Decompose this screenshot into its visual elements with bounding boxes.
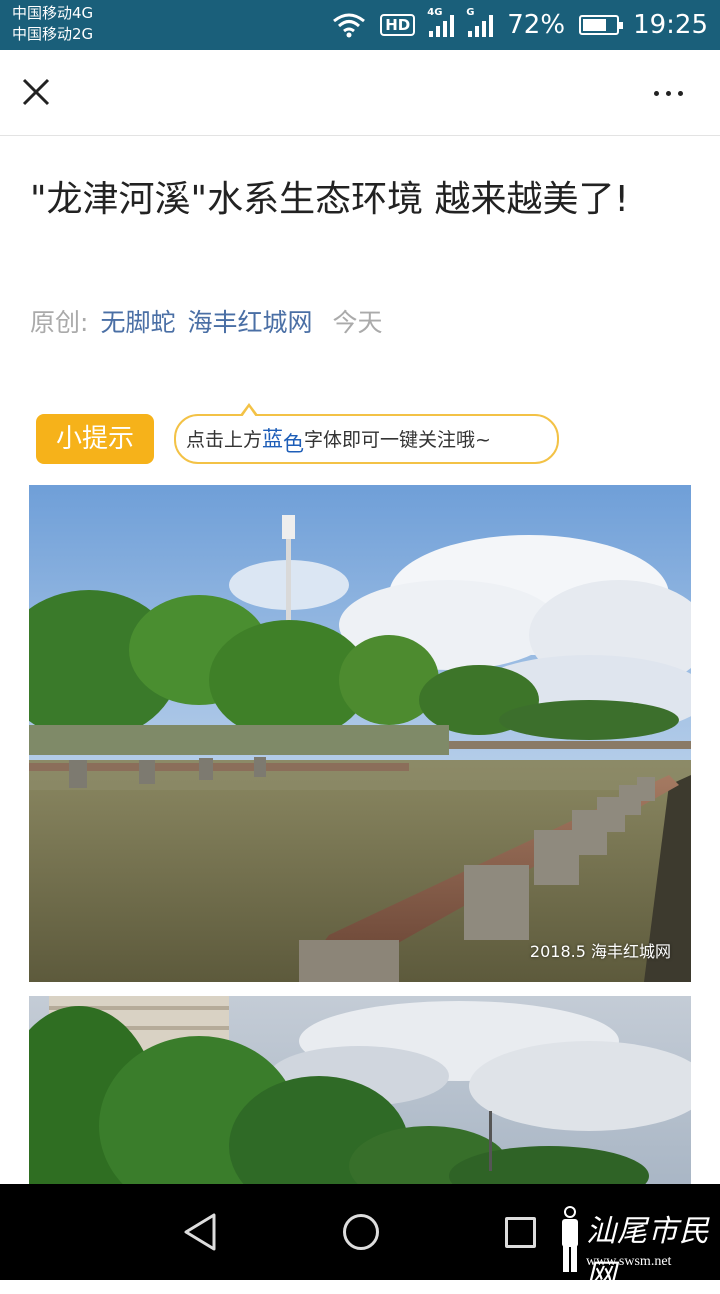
carrier-info: 中国移动4G 中国移动2G (12, 3, 93, 45)
more-icon-dot (678, 90, 683, 96)
battery-icon (579, 15, 624, 35)
hd-icon: HD (380, 14, 416, 36)
signal-2g-icon: G (466, 7, 494, 37)
close-button[interactable] (18, 74, 54, 110)
wifi-icon (333, 13, 366, 38)
tip-text-blue-1: 蓝 (262, 427, 284, 451)
tip-badge: 小提示 (36, 414, 154, 464)
trees-photo-image (29, 996, 691, 1186)
site-logo: 汕尾市民网 www.swsm.net (556, 1204, 718, 1293)
article-photo-trees[interactable] (29, 996, 691, 1186)
more-icon-dot (666, 90, 671, 96)
more-icon-dot (654, 90, 659, 96)
carrier-1: 中国移动4G (12, 4, 94, 22)
top-nav-bar (0, 50, 720, 136)
article-title: "龙津河溪"水系生态环境 越来越美了! (30, 179, 629, 220)
signal-4g-tag: 4G (427, 7, 443, 18)
publish-date: 今天 (332, 308, 383, 337)
meta-prefix: 原创: (30, 308, 89, 337)
signal-2g-tag: G (466, 7, 475, 18)
more-button[interactable] (654, 86, 690, 100)
clock: 19:25 (633, 10, 708, 40)
article-photo-river[interactable]: 2018.5 海丰红城网 (29, 485, 691, 982)
battery-percent: 72% (507, 10, 566, 40)
logo-text: 汕尾市民网 (586, 1214, 710, 1293)
river-photo-image (29, 485, 691, 982)
tip-text-before: 点击上方 (186, 429, 263, 451)
signal-4g-icon: 4G (427, 7, 455, 37)
tip-bubble: 点击上方蓝色字体即可一键关注哦~ (174, 403, 559, 464)
person-silhouette-icon (562, 1206, 578, 1272)
logo-url: www.swsm.net (586, 1254, 672, 1269)
carrier-2: 中国移动2G (12, 25, 94, 43)
recents-icon[interactable] (505, 1217, 536, 1248)
article-meta: 原创: 无脚蛇 海丰红城网 今天 (30, 305, 382, 341)
tip-text-after: 字体即可一键关注哦~ (304, 429, 491, 451)
tip-text-blue-2: 色 (283, 432, 305, 456)
account-link[interactable]: 海丰红城网 (187, 308, 312, 337)
photo-watermark: 2018.5 海丰红城网 (529, 942, 671, 961)
close-icon (22, 78, 50, 106)
back-icon[interactable] (182, 1212, 218, 1252)
home-icon[interactable] (343, 1214, 379, 1250)
author-link[interactable]: 无脚蛇 (100, 308, 175, 337)
status-bar: 中国移动4G 中国移动2G HD 4G G 72% 19:25 (0, 0, 720, 50)
status-icons: HD 4G G 72% 19:25 (332, 7, 708, 41)
